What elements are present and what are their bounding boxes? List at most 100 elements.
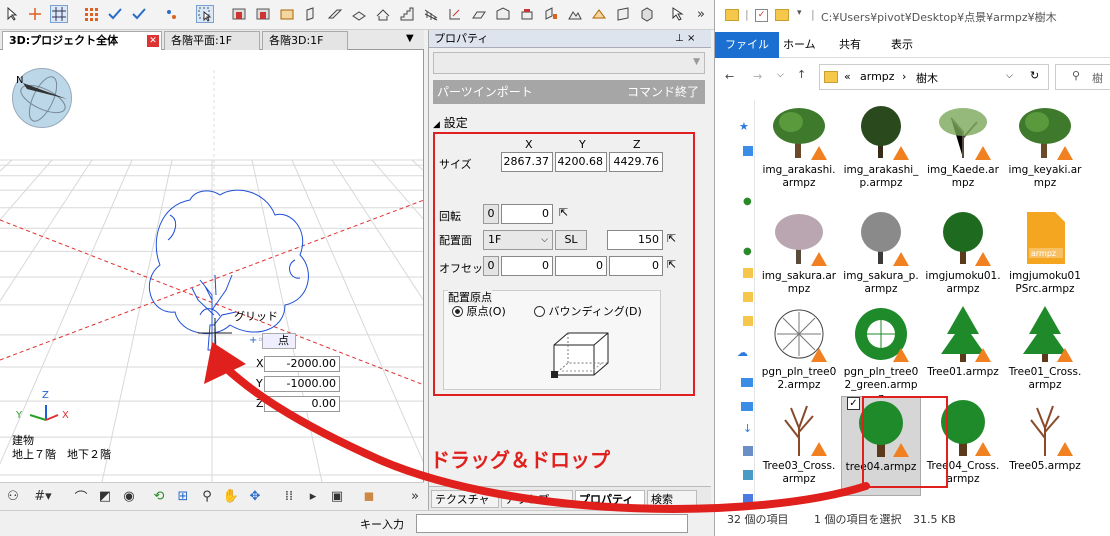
check-snap2-icon[interactable] [130,5,148,23]
orbit-icon[interactable]: ✥ [246,487,264,505]
select-arrow-icon[interactable] [4,5,22,23]
zoom-icon[interactable]: ⚲ [198,487,216,505]
railing-tool-icon[interactable] [422,5,440,23]
music-icon[interactable] [743,494,753,504]
tab-properties[interactable]: プロパティ [575,490,645,508]
toolbar-overflow-icon[interactable]: » [692,5,710,23]
select-mode-icon[interactable] [196,5,214,23]
refresh-icon[interactable]: ⟲ [150,487,168,505]
file-item[interactable]: Tree01.armpz [923,302,1003,402]
wall-tool-icon[interactable] [230,5,248,23]
offset-y-field[interactable]: 0 [555,256,607,276]
command-end-button[interactable]: コマンド終了 [627,80,699,104]
tab-search[interactable]: 検索 [647,490,697,508]
file-item[interactable]: img_arakashi_p.armpz [841,100,921,200]
address-bar[interactable]: « armpz › 樹木 ⌵ ↻ [819,64,1049,90]
terrain-tool-icon[interactable] [566,5,584,23]
onedrive-icon[interactable]: ☁ [737,346,748,359]
column-tool-icon[interactable] [302,5,320,23]
grid-menu-icon[interactable]: #▾ [28,487,58,505]
file-item[interactable]: pgn_pln_tree02.armpz [759,302,839,402]
key-input-field[interactable] [416,514,688,533]
settings-section[interactable]: ◢ 設定 [433,114,468,131]
download-icon[interactable]: ↓ [743,422,752,435]
close-icon[interactable]: × [687,30,695,47]
back-arrow-icon[interactable]: ← [725,70,734,83]
zoom-extents-icon[interactable]: ⊞ [174,487,192,505]
refresh-icon[interactable]: ↻ [1030,69,1039,82]
pc-icon[interactable] [741,378,753,387]
snap-point-icon[interactable] [26,5,44,23]
stair-tool-icon[interactable] [398,5,416,23]
quick-access-dropdown-icon[interactable]: ▾ [797,8,802,18]
file-item[interactable]: ✓ tree04.armpz [841,396,921,496]
layers-icon[interactable]: ◼ [360,487,378,505]
file-item[interactable]: img_Kaede.armpz [923,100,1003,200]
breadcrumb-overflow[interactable]: « [844,70,851,83]
door-tool-icon[interactable] [254,5,272,23]
checkbox-icon[interactable]: ✓ [755,9,768,22]
tab-3d-project[interactable]: 3D:プロジェクト全体 ✕ [2,31,162,50]
grid-snap-icon[interactable] [50,5,68,23]
file-item[interactable]: imgjumoku01.armpz [923,206,1003,306]
pictures-icon[interactable] [743,470,753,480]
render-icon[interactable]: ▣ [328,487,346,505]
file-item[interactable]: Tree05.armpz [1005,396,1085,496]
footsteps-icon[interactable]: ⁞⁞ [280,487,298,505]
rotation-field[interactable]: 0 [501,204,553,224]
view-overflow-icon[interactable]: » [406,487,424,505]
check-snap-icon[interactable] [106,5,124,23]
parts-dropdown[interactable]: ▼ [433,52,705,74]
floor-tool-icon[interactable] [470,5,488,23]
close-icon[interactable]: ✕ [147,35,159,47]
tab-floor-3d[interactable]: 各階3D:1F [262,31,348,50]
size-y-field[interactable]: 4200.68 [555,152,607,172]
file-item[interactable]: img_arakashi.armpz [759,100,839,200]
file-item[interactable]: img_sakura.armpz [759,206,839,306]
placement-height-field[interactable]: 150 [607,230,663,250]
ribbon-tab-file[interactable]: ファイル [715,32,779,58]
documents-icon[interactable] [743,446,753,456]
folder-icon[interactable] [743,316,753,326]
file-item[interactable]: img_keyaki.armpz [1005,100,1085,200]
parts-tool-icon[interactable] [542,5,560,23]
3d-viewport[interactable]: N グリッド +◦ 点 X -2000.00 Y -1000.00 Z 0.00… [0,50,424,482]
pick-cursor-icon[interactable]: ⇱ [667,232,676,245]
fence-tool-icon[interactable] [614,5,632,23]
placement-sl-button[interactable]: SL [555,230,587,250]
window-tool-icon[interactable] [278,5,296,23]
ribbon-tab-view[interactable]: 表示 [881,32,923,58]
roof-tool-icon[interactable] [374,5,392,23]
pick-cursor-icon[interactable]: ⇱ [559,206,568,219]
star-icon[interactable]: ★ [739,120,749,133]
walk-view-icon[interactable]: ⚇ [4,487,22,505]
3d-objects-icon[interactable] [741,402,753,411]
address-dropdown-icon[interactable]: ⌵ [1006,71,1013,81]
search-box[interactable]: ⚲ 樹 [1055,64,1110,90]
pointer-tool-icon[interactable] [668,5,686,23]
slab-tool-icon[interactable] [350,5,368,23]
pick-cursor-icon[interactable]: ⇱ [667,258,676,271]
file-item[interactable]: Tree03_Cross.armpz [759,396,839,496]
checkbox-checked-icon[interactable]: ✓ [847,397,860,410]
pan-hand-icon[interactable]: ✋ [222,487,240,505]
breadcrumb-trees[interactable]: 樹木 [916,70,938,86]
offset-reset-button[interactable]: 0 [483,256,499,276]
room-tool-icon[interactable] [494,5,512,23]
site-tool-icon[interactable] [590,5,608,23]
ribbon-tab-home[interactable]: ホーム [773,32,826,58]
origin-bounding-radio[interactable]: バウンディング(D) [534,303,642,319]
new-folder-icon[interactable] [775,9,789,21]
offset-z-field[interactable]: 0 [609,256,663,276]
beam-tool-icon[interactable] [326,5,344,23]
file-item[interactable]: Tree01_Cross.armpz [1005,302,1085,402]
file-item[interactable]: pgn_pln_tree02_green.armpz [841,302,921,404]
recent-dropdown-icon[interactable]: ⌵ [777,70,784,80]
forward-arrow-icon[interactable]: → [753,70,762,83]
folder-icon[interactable] [743,268,753,278]
tree-model[interactable] [148,189,309,351]
placement-floor-select[interactable]: 1F ⌵ [483,230,553,250]
box-tool-icon[interactable] [638,5,656,23]
tab-texture[interactable]: テクスチャ [431,490,499,508]
file-item[interactable]: Tree04_Cross.armpz [923,396,1003,496]
